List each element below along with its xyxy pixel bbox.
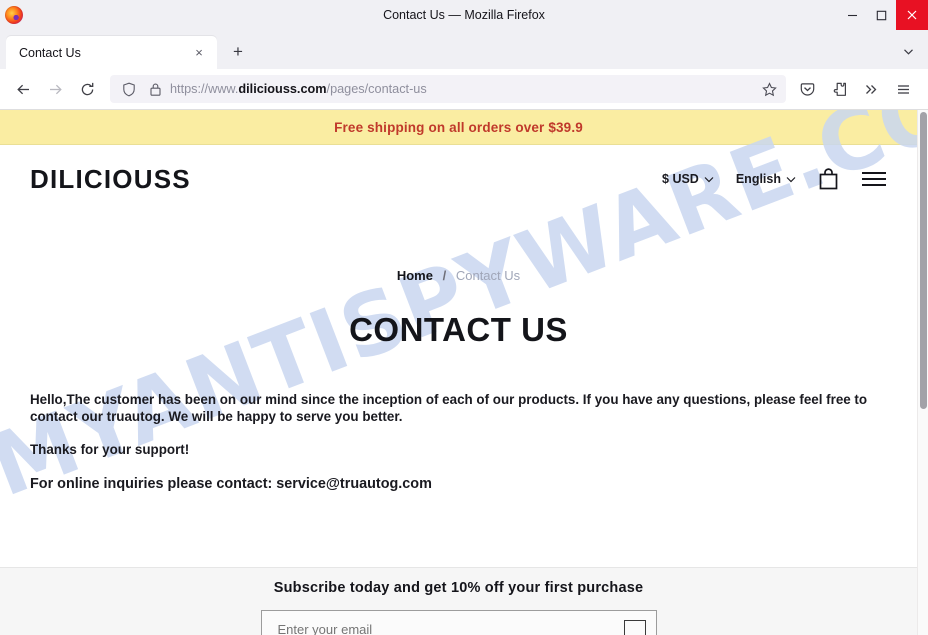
- page-title: CONTACT US: [349, 311, 568, 348]
- page-viewport: Free shipping on all orders over $39.9 D…: [0, 110, 928, 635]
- contact-email-line: For online inquiries please contact: ser…: [30, 476, 432, 493]
- browser-window: Contact Us — Mozilla Firefox Contact Us …: [0, 0, 928, 635]
- chevron-down-icon: [704, 172, 714, 186]
- minimize-button[interactable]: [838, 0, 867, 30]
- close-button[interactable]: [896, 0, 928, 30]
- title-bar: Contact Us — Mozilla Firefox: [0, 0, 928, 30]
- breadcrumb-separator: /: [442, 268, 447, 283]
- page-scrollbar[interactable]: [917, 110, 928, 635]
- promo-text: Free shipping on all orders over $39.9: [334, 119, 583, 135]
- currency-label: $ USD: [662, 172, 699, 186]
- scrollbar-thumb[interactable]: [920, 112, 927, 409]
- url-path: /pages/contact-us: [326, 82, 427, 96]
- paragraph-intro: Hello,The customer has been on our mind …: [30, 392, 868, 425]
- subscribe-submit-button[interactable]: [623, 620, 646, 635]
- tab-contact-us[interactable]: Contact Us ×: [6, 36, 217, 69]
- pocket-icon[interactable]: [792, 74, 822, 104]
- bookmark-star-icon[interactable]: [758, 78, 780, 100]
- hamburger-menu-icon[interactable]: [861, 170, 887, 188]
- currency-selector[interactable]: $ USD: [662, 172, 714, 186]
- window-title: Contact Us — Mozilla Firefox: [383, 8, 545, 22]
- site-header-actions: $ USD English: [662, 167, 887, 191]
- overflow-chevrons-icon[interactable]: [856, 74, 886, 104]
- paragraph-thanks: Thanks for your support!: [30, 442, 190, 458]
- app-menu-icon[interactable]: [888, 74, 918, 104]
- forward-button[interactable]: [40, 74, 70, 104]
- reload-button[interactable]: [72, 74, 102, 104]
- breadcrumb-home-link[interactable]: Home: [397, 268, 433, 283]
- subscribe-title: Subscribe today and get 10% off your fir…: [273, 580, 644, 596]
- url-text[interactable]: https://www.diliciouss.com/pages/contact…: [170, 82, 758, 96]
- breadcrumb: Home / Contact Us: [30, 268, 887, 283]
- url-host: diliciouss.com: [238, 82, 327, 96]
- subscribe-form: [260, 610, 657, 635]
- language-selector[interactable]: English: [736, 172, 796, 186]
- extensions-puzzle-icon[interactable]: [824, 74, 854, 104]
- tab-close-icon[interactable]: ×: [189, 43, 209, 63]
- firefox-logo-icon: [5, 6, 23, 24]
- url-scheme: https://www.: [170, 82, 239, 96]
- tab-strip: Contact Us × +: [0, 30, 928, 69]
- site-logo[interactable]: DILICIOUSS: [30, 164, 191, 195]
- breadcrumb-current: Contact Us: [455, 268, 521, 283]
- back-button[interactable]: [8, 74, 38, 104]
- promo-banner: Free shipping on all orders over $39.9: [0, 110, 917, 145]
- web-page: Free shipping on all orders over $39.9 D…: [0, 110, 917, 635]
- chevron-down-icon: [786, 172, 796, 186]
- site-header: DILICIOUSS $ USD English: [0, 145, 917, 213]
- navigation-toolbar: https://www.diliciouss.com/pages/contact…: [0, 69, 928, 110]
- lock-icon[interactable]: [146, 80, 164, 98]
- contact-body: Hello,The customer has been on our mind …: [30, 391, 887, 494]
- url-bar[interactable]: https://www.diliciouss.com/pages/contact…: [110, 75, 786, 103]
- new-tab-button[interactable]: +: [225, 39, 251, 65]
- list-all-tabs-icon[interactable]: [896, 39, 920, 63]
- shield-icon[interactable]: [120, 80, 138, 98]
- newsletter-footer: Subscribe today and get 10% off your fir…: [0, 567, 917, 635]
- page-content: Home / Contact Us CONTACT US Hello,The c…: [0, 268, 917, 494]
- toolbar-actions: [792, 74, 920, 104]
- tab-label: Contact Us: [19, 45, 81, 60]
- language-label: English: [735, 172, 781, 186]
- cart-bag-icon[interactable]: [818, 167, 839, 191]
- window-controls: [838, 0, 928, 30]
- email-input[interactable]: [275, 620, 624, 635]
- maximize-button[interactable]: [867, 0, 896, 30]
